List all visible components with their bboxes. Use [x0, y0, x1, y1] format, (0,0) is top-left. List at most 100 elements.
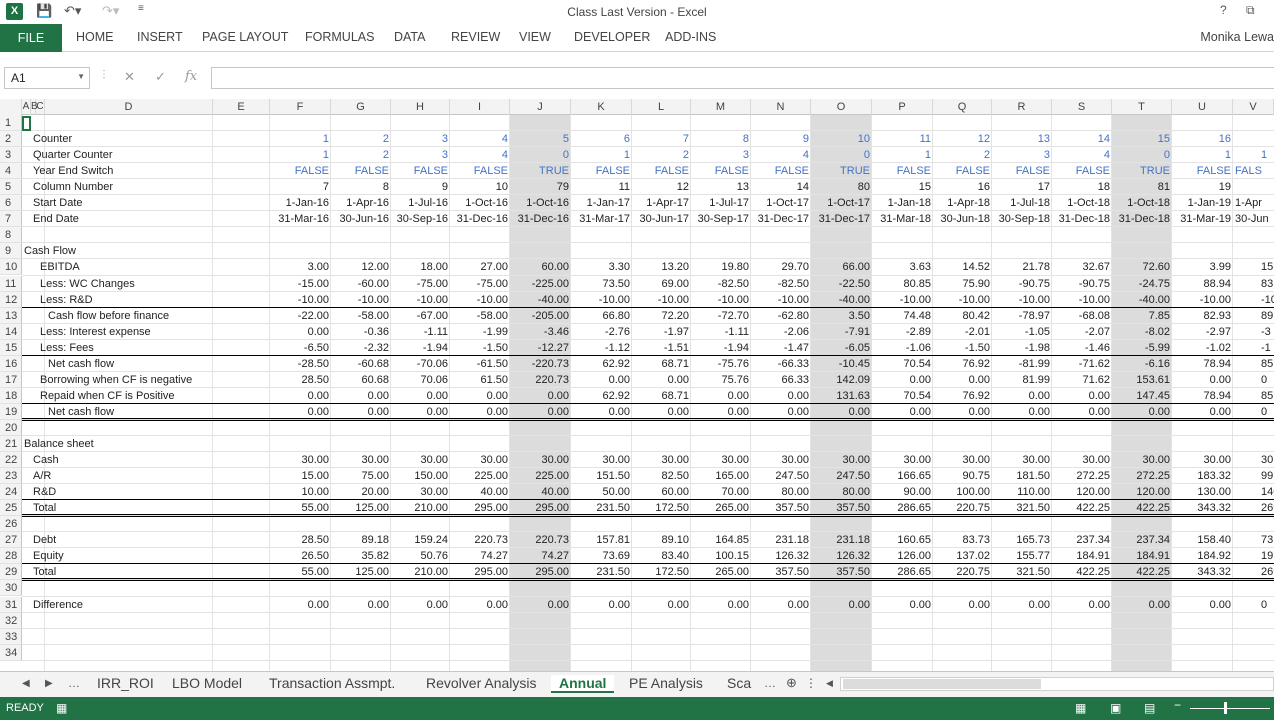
cell-j27[interactable]: 220.73 [510, 532, 571, 548]
row-label[interactable]: Cash [31, 452, 59, 468]
cell-t15[interactable]: -5.99 [1112, 340, 1172, 356]
cell-j14[interactable]: -3.46 [510, 324, 571, 340]
cell-h12[interactable]: -10.00 [391, 292, 450, 308]
cell-n23[interactable]: 247.50 [751, 468, 811, 484]
cell-k4[interactable]: FALSE [571, 163, 632, 179]
cell-v4[interactable]: FALS [1233, 163, 1274, 179]
cell-g12[interactable]: -10.00 [331, 292, 391, 308]
row-header-1[interactable]: 1 [0, 115, 22, 131]
cell-g18[interactable]: 0.00 [331, 388, 391, 404]
cell-g23[interactable]: 75.00 [331, 468, 391, 484]
cell-f17[interactable]: 28.50 [270, 372, 331, 388]
cancel-icon[interactable]: ✕ [124, 69, 135, 85]
cell-r6[interactable]: 1-Jul-18 [992, 195, 1052, 211]
cell-o2[interactable]: 10 [811, 131, 872, 147]
cell-m17[interactable]: 75.76 [691, 372, 751, 388]
cell-f12[interactable]: -10.00 [270, 292, 331, 308]
cell-h7[interactable]: 30-Sep-16 [391, 211, 450, 227]
tab-view[interactable]: VIEW [519, 30, 551, 44]
cell-t12[interactable]: -40.00 [1112, 292, 1172, 308]
column-header-d[interactable]: D [45, 99, 213, 115]
cell-j12[interactable]: -40.00 [510, 292, 571, 308]
cell-r7[interactable]: 30-Sep-18 [992, 211, 1052, 227]
zoom-slider-thumb[interactable] [1224, 702, 1227, 714]
cell-q31[interactable]: 0.00 [933, 597, 992, 613]
cell-q17[interactable]: 0.00 [933, 372, 992, 388]
cell-f14[interactable]: 0.00 [270, 324, 331, 340]
cell-p13[interactable]: 74.48 [872, 308, 933, 324]
column-header-a[interactable]: A [22, 99, 31, 115]
cell-l16[interactable]: 68.71 [632, 356, 691, 372]
cell-v18[interactable]: 85 [1233, 388, 1274, 404]
cell-q2[interactable]: 12 [933, 131, 992, 147]
sheet-tab-sca[interactable]: Sca [727, 675, 751, 691]
tab-developer[interactable]: DEVELOPER [574, 30, 650, 44]
cell-h23[interactable]: 150.00 [391, 468, 450, 484]
row-header-21[interactable]: 21 [0, 436, 22, 452]
cell-l13[interactable]: 72.20 [632, 308, 691, 324]
cell-f28[interactable]: 26.50 [270, 548, 331, 564]
horizontal-scrollbar[interactable] [840, 677, 1274, 691]
cell-i18[interactable]: 0.00 [450, 388, 510, 404]
worksheet-grid[interactable]: Counter 1 2 3 4 5 6 7 8 9 10 11 12 13 14 15 16 Quarter Co… [22, 115, 1274, 671]
new-sheet-icon[interactable]: ⊕ [786, 675, 797, 691]
cell-l28[interactable]: 83.40 [632, 548, 691, 564]
cell-k6[interactable]: 1-Jan-17 [571, 195, 632, 211]
row-label[interactable]: EBITDA [38, 259, 80, 275]
cell-s4[interactable]: FALSE [1052, 163, 1112, 179]
cell-r24[interactable]: 110.00 [992, 484, 1052, 500]
cell-g24[interactable]: 20.00 [331, 484, 391, 500]
cell-f2[interactable]: 1 [270, 131, 331, 147]
cell-m22[interactable]: 30.00 [691, 452, 751, 468]
cell-s6[interactable]: 1-Oct-18 [1052, 195, 1112, 211]
cell-l31[interactable]: 0.00 [632, 597, 691, 613]
cell-m4[interactable]: FALSE [691, 163, 751, 179]
cell-n7[interactable]: 31-Dec-17 [751, 211, 811, 227]
cell-r14[interactable]: -1.05 [992, 324, 1052, 340]
sheet-tab-pe-analysis[interactable]: PE Analysis [629, 675, 703, 691]
cell-m24[interactable]: 70.00 [691, 484, 751, 500]
cell-q14[interactable]: -2.01 [933, 324, 992, 340]
insert-function-icon[interactable]: fx [185, 69, 197, 84]
cell-u27[interactable]: 158.40 [1172, 532, 1233, 548]
cell-g15[interactable]: -2.32 [331, 340, 391, 356]
tab-page-layout[interactable]: PAGE LAYOUT [202, 30, 288, 44]
column-header-m[interactable]: M [691, 99, 751, 115]
row-header-10[interactable]: 10 [0, 259, 22, 276]
cell-m3[interactable]: 3 [691, 147, 751, 163]
cell-o18[interactable]: 131.63 [811, 388, 872, 404]
column-header-r[interactable]: R [992, 99, 1052, 115]
row-label[interactable]: Difference [31, 597, 83, 613]
cell-i16[interactable]: -61.50 [450, 356, 510, 372]
cell-l3[interactable]: 2 [632, 147, 691, 163]
cell-n3[interactable]: 4 [751, 147, 811, 163]
cell-s11[interactable]: -90.75 [1052, 276, 1112, 292]
cell-r28[interactable]: 155.77 [992, 548, 1052, 564]
cell-k16[interactable]: 62.92 [571, 356, 632, 372]
page-layout-view-icon[interactable]: ▣ [1110, 701, 1121, 715]
cell-j13[interactable]: -205.00 [510, 308, 571, 324]
row-label[interactable]: End Date [31, 211, 79, 227]
more-sheets-icon[interactable]: … [68, 676, 80, 690]
cell-j22[interactable]: 30.00 [510, 452, 571, 468]
hscroll-left-icon[interactable]: ◀ [826, 678, 833, 689]
row-header-27[interactable]: 27 [0, 532, 22, 549]
cell-u24[interactable]: 130.00 [1172, 484, 1233, 500]
row-header-33[interactable]: 33 [0, 628, 22, 645]
cell-s3[interactable]: 4 [1052, 147, 1112, 163]
scroll-right-icon[interactable]: ▶ [45, 678, 53, 689]
column-header-c[interactable]: C [36, 99, 45, 115]
sheet-tab-lbo-model[interactable]: LBO Model [172, 675, 242, 691]
cell-u13[interactable]: 82.93 [1172, 308, 1233, 324]
cell-n5[interactable]: 14 [751, 179, 811, 195]
cell-s15[interactable]: -1.46 [1052, 340, 1112, 356]
tab-insert[interactable]: INSERT [137, 30, 183, 44]
cell-u7[interactable]: 31-Mar-19 [1172, 211, 1233, 227]
row-header-30[interactable]: 30 [0, 580, 22, 597]
cell-m18[interactable]: 0.00 [691, 388, 751, 404]
column-header-e[interactable]: E [213, 99, 270, 115]
cell-p16[interactable]: 70.54 [872, 356, 933, 372]
cell-i11[interactable]: -75.00 [450, 276, 510, 292]
cell-q23[interactable]: 90.75 [933, 468, 992, 484]
cell-t28[interactable]: 184.91 [1112, 548, 1172, 564]
